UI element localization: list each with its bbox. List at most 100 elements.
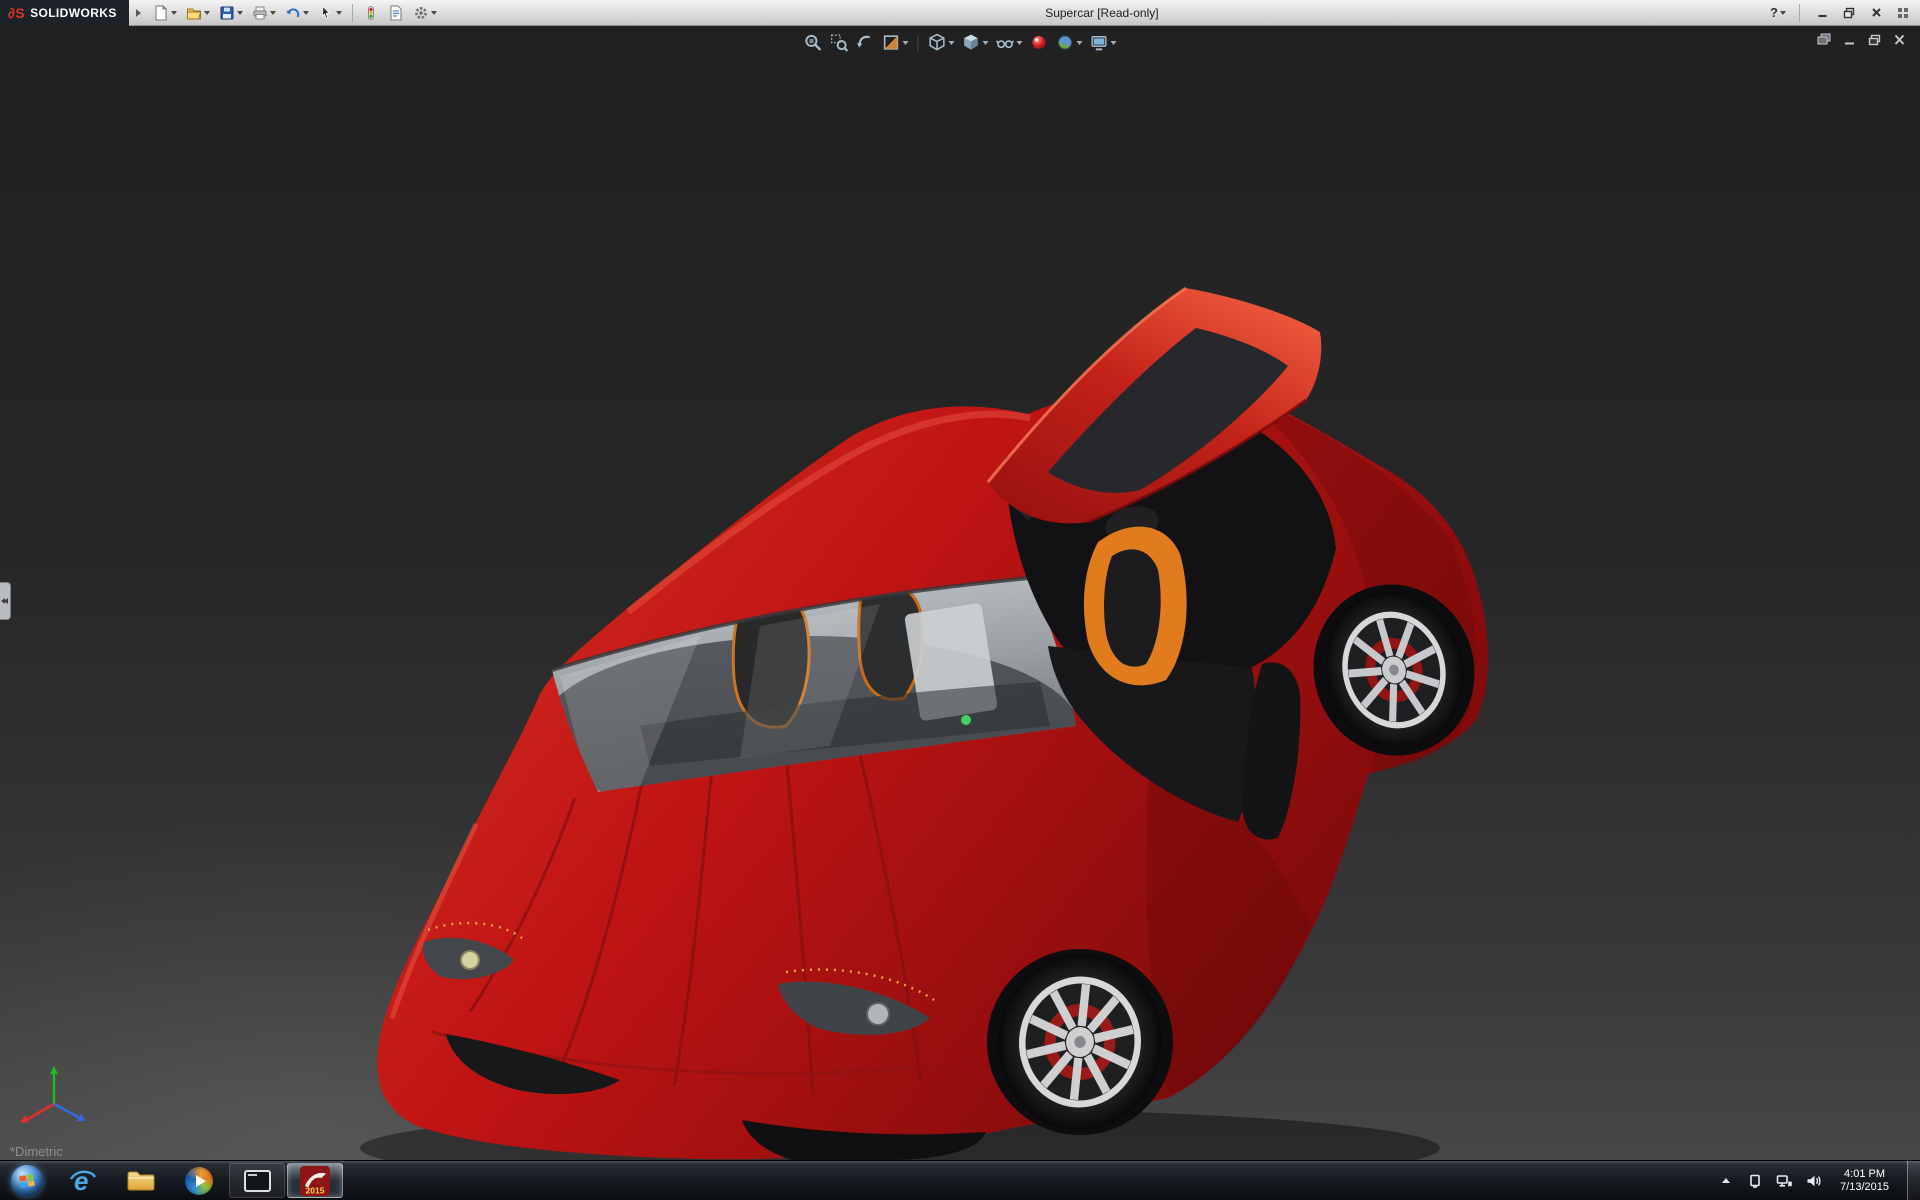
taskbar-clock[interactable]: 4:01 PM 7/13/2015 [1833, 1168, 1896, 1194]
close-icon [1893, 34, 1906, 46]
undo-button[interactable] [282, 2, 312, 24]
previous-view-button[interactable] [853, 31, 878, 54]
minimize-document-button[interactable] [1840, 32, 1858, 47]
supercar-model[interactable] [0, 26, 1920, 1160]
car-body[interactable] [377, 382, 1488, 1160]
save-button[interactable] [216, 2, 246, 24]
chevron-down-icon[interactable] [431, 11, 437, 15]
section-view-button[interactable] [879, 31, 912, 54]
chevron-left-icon [4, 598, 8, 604]
solidworks-logo[interactable]: ∂S SOLIDWORKS [0, 0, 129, 26]
start-button[interactable] [0, 1161, 54, 1200]
restore-button[interactable] [1840, 4, 1858, 22]
display-style-cube-icon [962, 33, 981, 52]
system-tray: 4:01 PM 7/13/2015 [1717, 1161, 1920, 1200]
chevron-down-icon[interactable] [903, 41, 909, 45]
previous-view-icon [856, 33, 875, 52]
restore-icon [1868, 34, 1881, 46]
chevron-down-icon[interactable] [303, 11, 309, 15]
select-button[interactable] [315, 2, 345, 24]
taskbar-item-windows-media-player[interactable] [171, 1163, 227, 1198]
taskbar-items: e 2015 [54, 1161, 344, 1200]
view-settings-button[interactable] [1087, 31, 1120, 54]
taskbar-item-solidworks-2015[interactable]: 2015 [287, 1163, 343, 1198]
viewport-3d[interactable]: *Dimetric [0, 26, 1920, 1160]
chevron-down-icon[interactable] [1077, 41, 1083, 45]
network-icon[interactable] [1775, 1169, 1793, 1193]
view-orientation-button[interactable] [925, 31, 958, 54]
chevron-down-icon[interactable] [1780, 11, 1786, 15]
taskbar-item-command-prompt[interactable] [229, 1163, 285, 1198]
help-button[interactable]: ? [1770, 4, 1786, 22]
chevron-down-icon[interactable] [336, 11, 342, 15]
view-settings-monitor-icon [1090, 33, 1109, 52]
rebuild-traffic-light-icon [363, 5, 379, 21]
new-document-button[interactable] [150, 2, 180, 24]
driver-seat-inner [1104, 549, 1161, 666]
show-hidden-icons-button[interactable] [1717, 1169, 1735, 1193]
clock-time: 4:01 PM [1840, 1168, 1889, 1181]
minimize-icon [1843, 34, 1856, 46]
restore-document-button[interactable] [1865, 32, 1883, 47]
apps-grid-button[interactable] [1894, 4, 1912, 22]
command-prompt-icon [244, 1170, 271, 1192]
chevron-down-icon[interactable] [237, 11, 243, 15]
reference-triad [12, 1064, 102, 1134]
titlebar-toolbar [148, 2, 442, 24]
close-icon [1871, 7, 1882, 18]
chevron-down-icon[interactable] [1111, 41, 1117, 45]
feature-tree-collapse-tab[interactable] [0, 582, 11, 620]
save-floppy-icon [219, 5, 235, 21]
toolbar-separator [352, 4, 353, 22]
open-button[interactable] [183, 2, 213, 24]
internet-explorer-icon: e [68, 1166, 98, 1196]
solidworks-app-icon: 2015 [300, 1166, 330, 1196]
titlebar: ∂S SOLIDWORKS [0, 0, 1920, 26]
chevron-down-icon[interactable] [1017, 41, 1023, 45]
svg-text:e: e [74, 1166, 88, 1196]
file-properties-button[interactable] [385, 2, 407, 24]
title-area: Supercar [Read-only] [442, 4, 1762, 22]
edit-appearance-button[interactable] [1027, 31, 1052, 54]
volume-icon[interactable] [1804, 1169, 1822, 1193]
toolbar-separator [1799, 4, 1800, 22]
clock-date: 7/13/2015 [1840, 1181, 1889, 1194]
menu-expand-icon[interactable] [136, 9, 141, 17]
zoom-to-fit-button[interactable] [801, 31, 826, 54]
options-button[interactable] [410, 2, 440, 24]
taskbar-item-internet-explorer[interactable]: e [55, 1163, 111, 1198]
zoom-to-fit-icon [804, 33, 823, 52]
zoom-to-area-icon [830, 33, 849, 52]
edit-appearance-sphere-icon [1030, 33, 1049, 52]
chevron-down-icon[interactable] [983, 41, 989, 45]
chevron-down-icon[interactable] [270, 11, 276, 15]
hide-show-items-button[interactable] [993, 31, 1026, 54]
apply-scene-button[interactable] [1053, 31, 1086, 54]
new-document-icon [153, 5, 169, 21]
tray-device-icon[interactable] [1746, 1169, 1764, 1193]
window-title: Supercar [Read-only] [1045, 6, 1158, 20]
select-cursor-icon [318, 5, 334, 21]
show-desktop-button[interactable] [1907, 1161, 1920, 1200]
close-button[interactable] [1867, 4, 1885, 22]
cascade-windows-button[interactable] [1815, 32, 1833, 47]
zoom-to-area-button[interactable] [827, 31, 852, 54]
close-document-button[interactable] [1890, 32, 1908, 47]
heads-up-view-toolbar [801, 31, 1120, 54]
minimize-icon [1817, 7, 1828, 18]
minimize-button[interactable] [1813, 4, 1831, 22]
chevron-up-icon [1722, 1178, 1730, 1183]
chevron-down-icon[interactable] [204, 11, 210, 15]
print-button[interactable] [249, 2, 279, 24]
folder-icon [126, 1168, 156, 1193]
display-style-button[interactable] [959, 31, 992, 54]
rebuild-button[interactable] [360, 2, 382, 24]
file-properties-icon [388, 5, 404, 21]
chevron-down-icon[interactable] [949, 41, 955, 45]
window-controls: ? [1762, 4, 1920, 22]
brand-text: SOLIDWORKS [30, 6, 117, 20]
taskbar-item-windows-explorer[interactable] [113, 1163, 169, 1198]
chevron-down-icon[interactable] [171, 11, 177, 15]
media-player-icon [185, 1167, 213, 1195]
options-gear-icon [413, 5, 429, 21]
